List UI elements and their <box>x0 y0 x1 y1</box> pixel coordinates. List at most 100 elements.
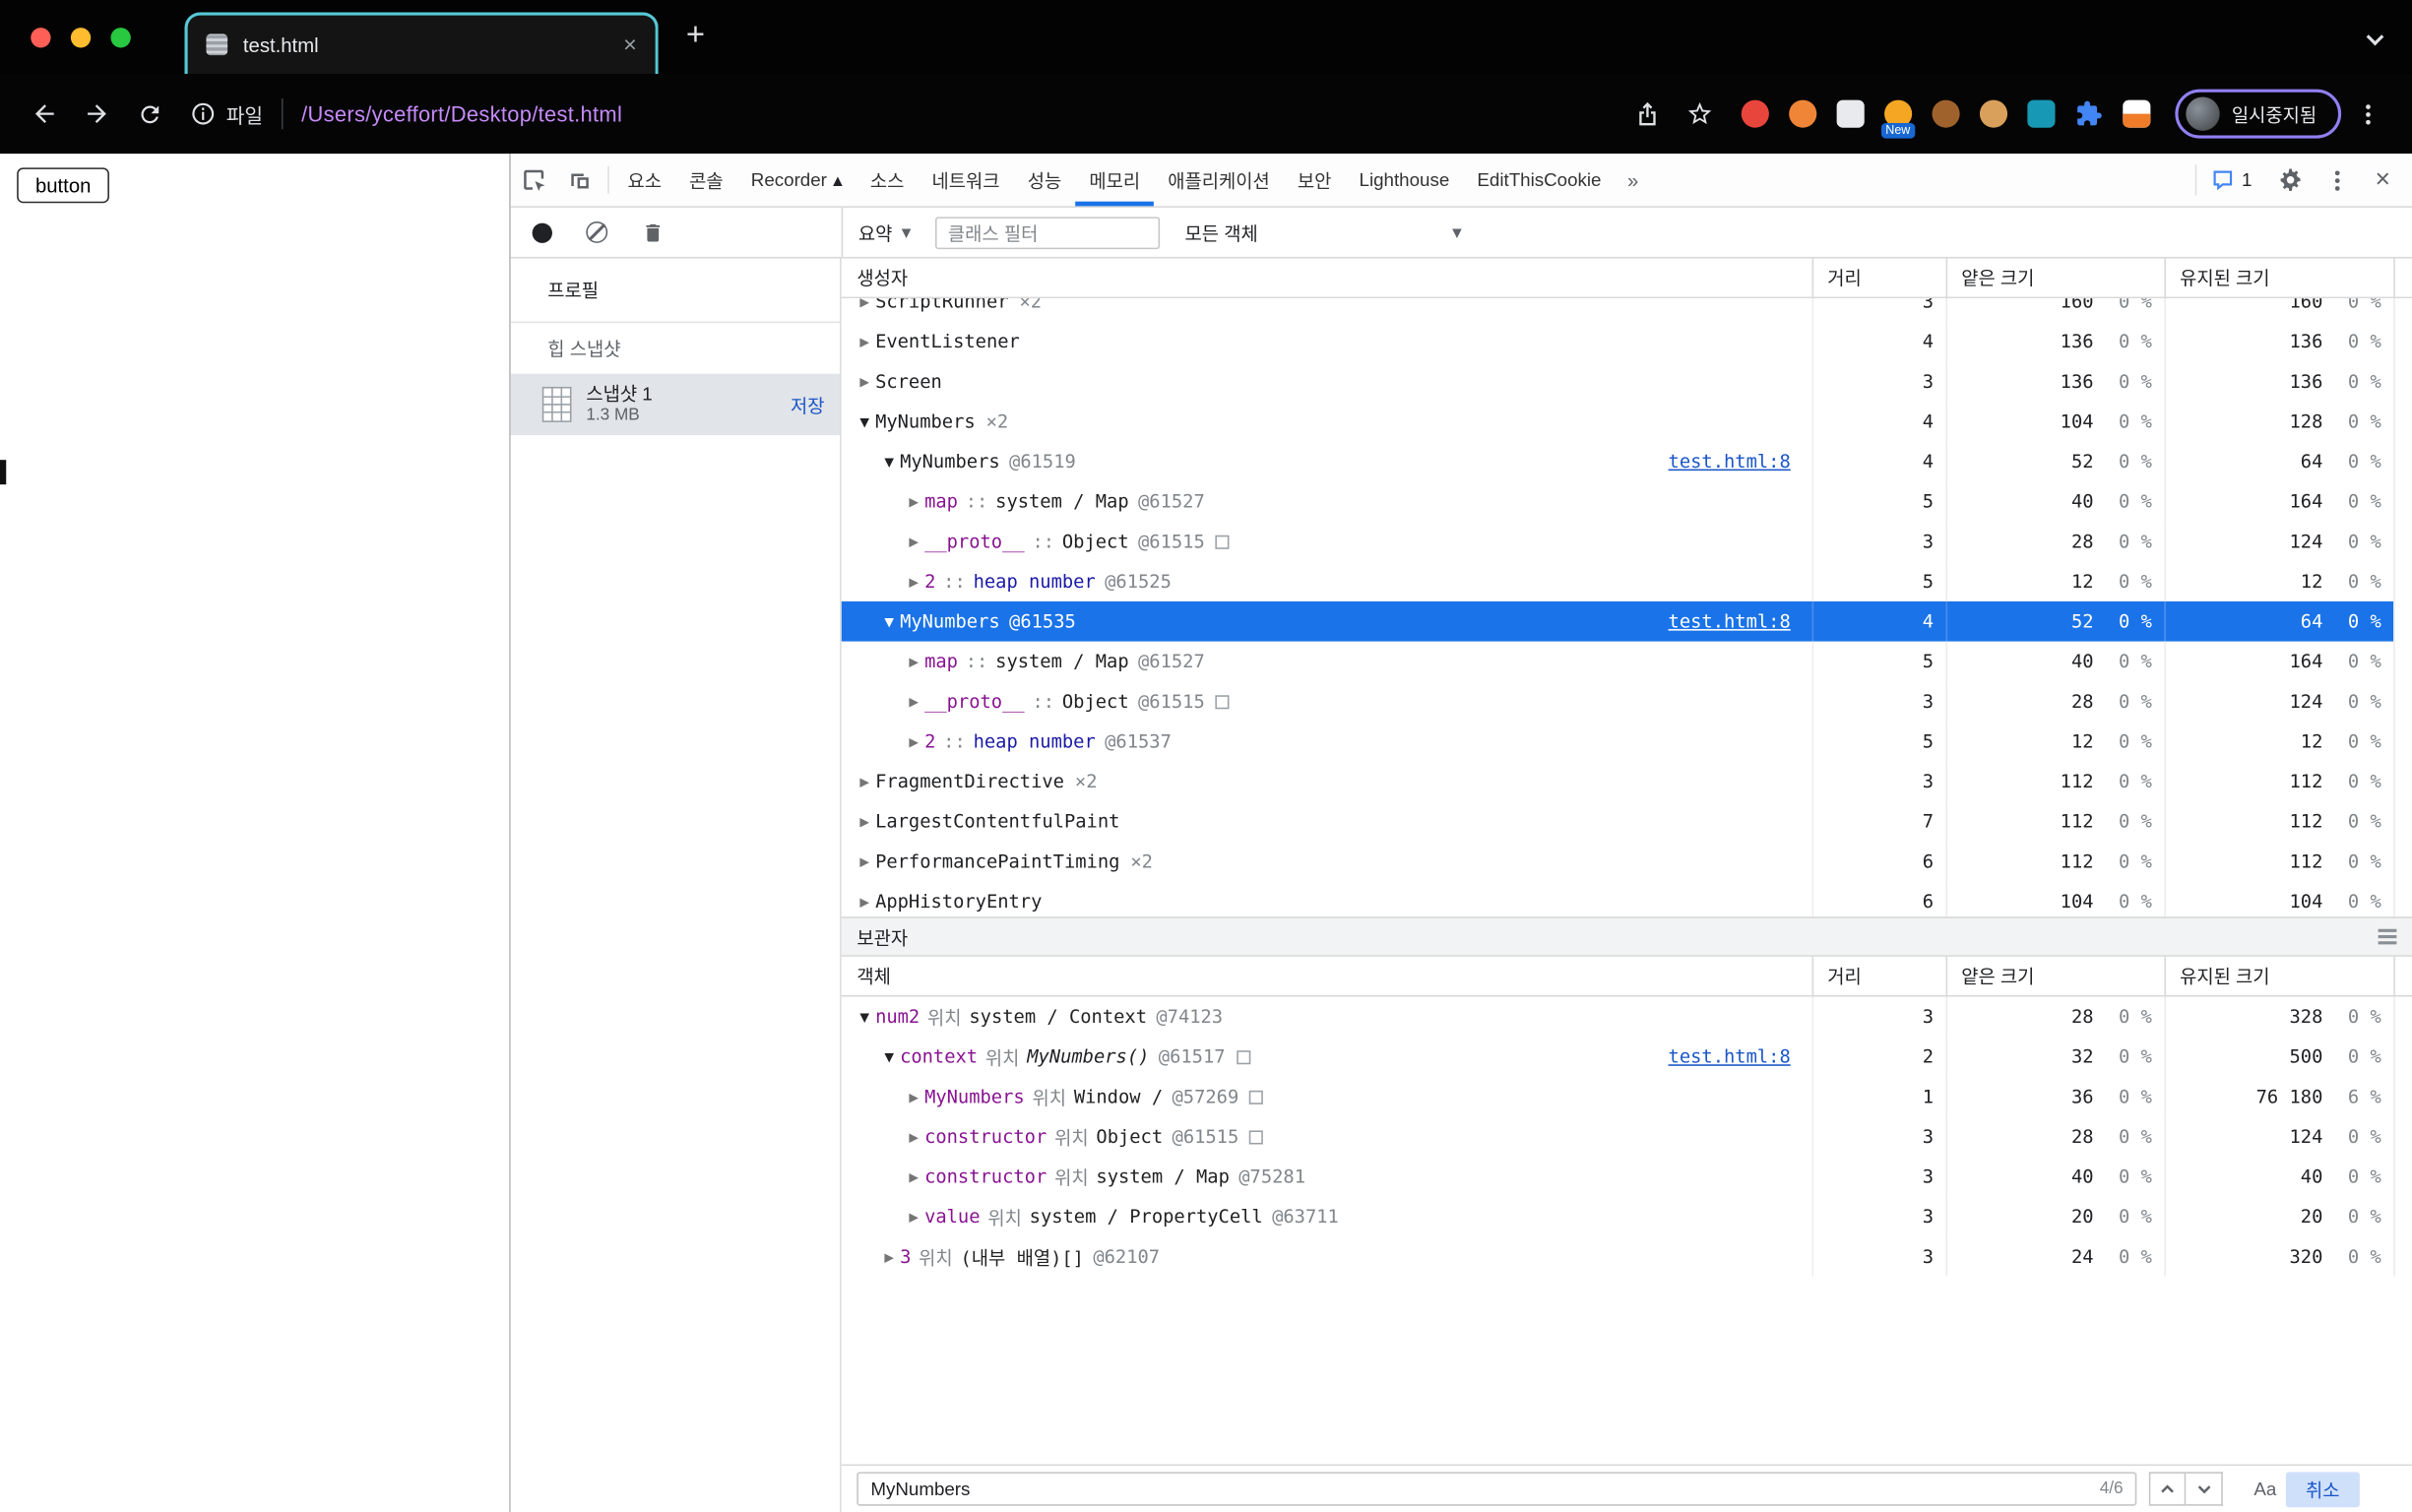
inspect-element-button[interactable] <box>511 154 557 206</box>
expand-arrow-icon[interactable]: ▶ <box>854 814 875 828</box>
devtools-close-button[interactable]: × <box>2360 154 2406 206</box>
perspective-dropdown[interactable]: 요약 ▼ <box>858 220 912 246</box>
forward-button[interactable] <box>71 88 123 140</box>
column-distance[interactable]: 거리 <box>1811 258 1946 297</box>
next-match-button[interactable] <box>2186 1472 2224 1506</box>
collapse-arrow-icon[interactable]: ▼ <box>878 1049 900 1063</box>
extension-icon[interactable] <box>1979 99 2007 128</box>
column-shallow-size[interactable]: 얕은 크기 <box>1945 258 2165 297</box>
source-location-link[interactable]: test.html:8 <box>1669 451 1791 472</box>
extension-icon[interactable] <box>2074 100 2102 128</box>
constructor-row[interactable]: ▶ PerformancePaintTiming ×2 6 112 0 % 112 0 % <box>842 841 2412 882</box>
constructor-row[interactable]: ▶ Screen 3 136 0 % 136 0 % <box>842 361 2412 402</box>
search-cancel-button[interactable]: 취소 <box>2285 1471 2360 1507</box>
expand-arrow-icon[interactable]: ▶ <box>854 374 875 388</box>
delete-snapshot-button[interactable] <box>642 220 665 243</box>
constructor-row[interactable]: ▶ map:: system / Map @61527 5 40 0 % 164 0 % <box>842 481 2412 522</box>
device-toolbar-button[interactable] <box>557 154 603 206</box>
address-url[interactable]: /Users/yceffort/Desktop/test.html <box>301 101 1620 126</box>
extension-icon[interactable]: New <box>1880 99 1916 139</box>
devtools-tab-Lighthouse[interactable]: Lighthouse <box>1345 154 1463 206</box>
expand-arrow-icon[interactable]: ▶ <box>903 535 924 548</box>
collapse-arrow-icon[interactable]: ▼ <box>854 414 875 428</box>
tab-close-icon[interactable]: × <box>623 33 637 56</box>
snapshot-save-link[interactable]: 저장 <box>791 392 825 418</box>
collapse-arrow-icon[interactable]: ▼ <box>878 455 900 469</box>
expand-arrow-icon[interactable]: ▶ <box>854 298 875 308</box>
extension-icon[interactable] <box>2122 99 2151 128</box>
constructor-row[interactable]: ▶ 2:: heap number @61525 5 12 0 % 12 0 % <box>842 561 2412 601</box>
profile-button[interactable]: 일시중지됨 <box>2175 89 2342 139</box>
search-input[interactable]: MyNumbers 4/6 <box>857 1472 2137 1506</box>
retainer-row[interactable]: ▶ value 위치 system / PropertyCell @63711 3 20 0 … <box>842 1196 2412 1237</box>
issues-button[interactable]: 1 <box>2195 164 2267 196</box>
devtools-tab-메모리[interactable]: 메모리 <box>1075 154 1155 207</box>
devtools-tab-보안[interactable]: 보안 <box>1284 154 1346 206</box>
expand-arrow-icon[interactable]: ▶ <box>854 775 875 788</box>
devtools-tab-요소[interactable]: 요소 <box>613 154 675 206</box>
expand-arrow-icon[interactable]: ▶ <box>903 575 924 589</box>
new-tab-button[interactable]: + <box>686 19 705 51</box>
constructor-row[interactable]: ▶ EventListener 4 136 0 % 136 0 % <box>842 321 2412 362</box>
minimize-window-button[interactable] <box>70 28 92 48</box>
devtools-tab-콘솔[interactable]: 콘솔 <box>675 154 737 206</box>
devtools-menu-button[interactable] <box>2314 154 2360 206</box>
retainers-menu-icon[interactable] <box>2378 928 2397 945</box>
constructor-row[interactable]: ▶ AppHistoryEntry 6 104 0 % 104 0 % <box>842 881 2412 917</box>
expand-arrow-icon[interactable]: ▶ <box>903 494 924 508</box>
column-retained-size[interactable]: 유지된 크기 <box>2164 956 2393 995</box>
close-window-button[interactable] <box>31 28 51 48</box>
devtools-tab-성능[interactable]: 성능 <box>1014 154 1076 206</box>
collapse-arrow-icon[interactable]: ▼ <box>854 1010 875 1024</box>
page-button[interactable]: button <box>17 167 110 204</box>
expand-arrow-icon[interactable]: ▶ <box>878 1250 900 1264</box>
devtools-tab-EditThisCookie[interactable]: EditThisCookie <box>1463 154 1615 206</box>
retainer-row[interactable]: ▶ MyNumbers 위치 Window / @57269 1 36 0 % 76 180 6 … <box>842 1076 2412 1117</box>
class-filter-input[interactable]: 클래스 필터 <box>935 216 1161 249</box>
column-distance[interactable]: 거리 <box>1811 956 1946 995</box>
browser-menu-button[interactable] <box>2341 88 2393 140</box>
settings-button[interactable] <box>2267 154 2314 206</box>
retainer-row[interactable]: ▼ context 위치 MyNumbers() @61517 test.html:8 2 3… <box>842 1037 2412 1077</box>
retainer-row[interactable]: ▶ 3 위치 (내부 배열)[] @62107 3 24 0 % 320 0 % <box>842 1236 2412 1277</box>
clear-profiles-button[interactable] <box>586 221 608 243</box>
expand-arrow-icon[interactable]: ▶ <box>903 1210 924 1224</box>
share-button[interactable] <box>1621 88 1674 140</box>
devtools-tab-Recorder[interactable]: Recorder ▲ <box>737 154 857 206</box>
expand-arrow-icon[interactable]: ▶ <box>903 1169 924 1183</box>
objects-filter-dropdown[interactable]: 모든 객체 ▼ <box>1185 220 1462 246</box>
constructor-row[interactable]: ▼ MyNumbers ×2 4 104 0 % 128 0 % <box>842 401 2412 442</box>
constructor-row[interactable]: ▶ __proto__:: Object @61515 3 28 0 % 124 0 % <box>842 521 2412 562</box>
extension-icon[interactable] <box>1741 99 1769 128</box>
zoom-window-button[interactable] <box>110 28 131 48</box>
previous-match-button[interactable] <box>2149 1472 2187 1506</box>
bookmark-button[interactable] <box>1674 88 1726 140</box>
expand-arrow-icon[interactable]: ▶ <box>903 1130 924 1144</box>
constructor-row[interactable]: ▶ __proto__:: Object @61515 3 28 0 % 124 0 % <box>842 681 2412 722</box>
constructor-row[interactable]: ▶ 2:: heap number @61537 5 12 0 % 12 0 % <box>842 721 2412 762</box>
devtools-tab-애플리케이션[interactable]: 애플리케이션 <box>1154 154 1284 206</box>
expand-arrow-icon[interactable]: ▶ <box>903 694 924 708</box>
retainer-row[interactable]: ▶ constructor 위치 system / Map @75281 3 40 0 % 40… <box>842 1157 2412 1197</box>
retainer-row[interactable]: ▼ num2 위치 system / Context @74123 3 28 0 % 328 0 … <box>842 996 2412 1038</box>
expand-arrow-icon[interactable]: ▶ <box>854 335 875 348</box>
match-case-button[interactable]: Aa <box>2253 1479 2276 1500</box>
column-object[interactable]: 객체 <box>842 957 1812 995</box>
devtools-tab-네트워크[interactable]: 네트워크 <box>918 154 1013 206</box>
source-location-link[interactable]: test.html:8 <box>1669 1046 1791 1068</box>
devtools-tab-소스[interactable]: 소스 <box>857 154 919 206</box>
expand-arrow-icon[interactable]: ▶ <box>903 655 924 668</box>
expand-arrow-icon[interactable]: ▶ <box>903 1090 924 1103</box>
constructor-row[interactable]: ▶ LargestContentfulPaint 7 112 0 % 112 0 % <box>842 801 2412 842</box>
tab-search-button[interactable] <box>2366 28 2384 46</box>
reload-button[interactable] <box>123 88 175 140</box>
expand-arrow-icon[interactable]: ▶ <box>854 854 875 868</box>
extension-icon[interactable] <box>1836 99 1865 128</box>
expand-arrow-icon[interactable]: ▶ <box>903 734 924 748</box>
constructor-row[interactable]: ▼ MyNumbers @61535 test.html:8 4 52 0 % 64 0 % <box>841 600 2412 642</box>
column-constructor[interactable]: 생성자 <box>842 259 1812 297</box>
site-info-button[interactable]: 파일 <box>191 99 263 129</box>
record-heap-button[interactable] <box>532 221 552 243</box>
collapse-arrow-icon[interactable]: ▼ <box>878 614 900 628</box>
extension-icon[interactable] <box>1788 99 1816 128</box>
